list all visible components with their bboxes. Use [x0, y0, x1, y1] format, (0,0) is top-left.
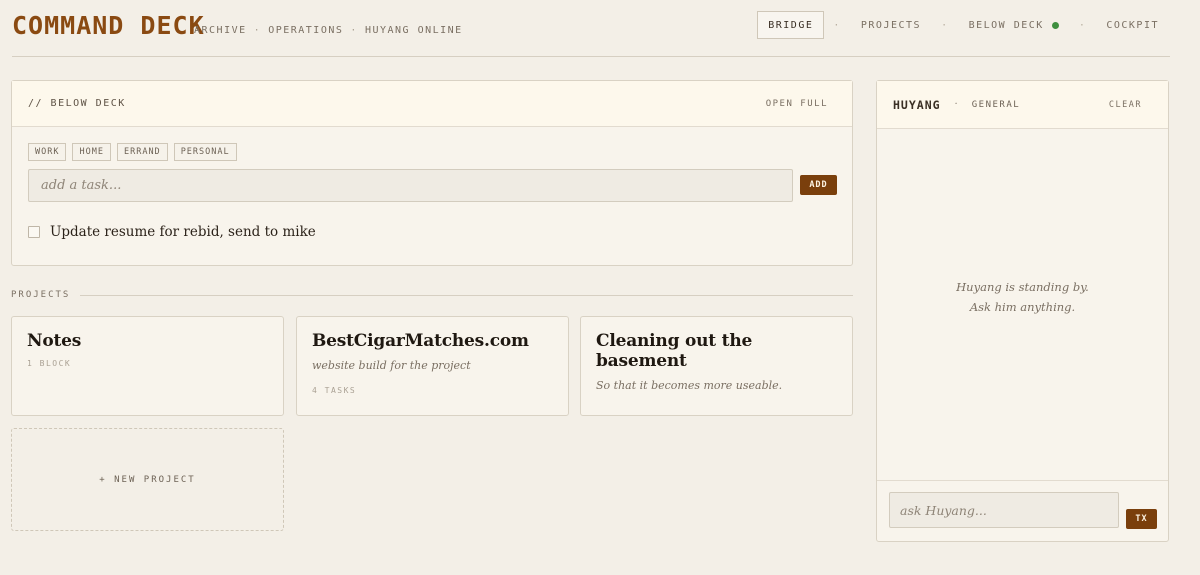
chat-messages: Huyang is standing by. Ask him anything. — [877, 129, 1168, 482]
project-meta: 4 TASKS — [312, 386, 357, 395]
add-task-input[interactable] — [28, 169, 793, 202]
task-checkbox[interactable] — [28, 226, 40, 238]
project-title: Notes — [27, 331, 82, 351]
below-deck-title: // BELOW DECK — [28, 98, 126, 109]
chat-send-button[interactable]: TX — [1126, 509, 1157, 529]
nav-cockpit[interactable]: COCKPIT — [1095, 11, 1170, 39]
app-title: COMMAND DECK — [12, 11, 205, 40]
chat-clear-button[interactable]: CLEAR — [1109, 100, 1142, 110]
section-divider — [80, 294, 853, 296]
chat-separator: · — [954, 99, 958, 110]
chat-input[interactable] — [889, 492, 1119, 528]
open-full-link[interactable]: OPEN FULL — [766, 99, 828, 109]
project-card-bestcigarmatches[interactable]: BestCigarMatches.com website build for t… — [296, 316, 569, 416]
chat-channel[interactable]: GENERAL — [972, 100, 1020, 110]
chat-agent-name: HUYANG — [893, 97, 941, 112]
add-task-button[interactable]: ADD — [800, 175, 837, 195]
tag-home[interactable]: HOME — [72, 143, 111, 161]
task-item: Update resume for rebid, send to mike — [28, 224, 316, 240]
crumb-separator: · — [350, 25, 358, 36]
nav-below-deck[interactable]: BELOW DECK — [958, 11, 1070, 39]
project-description: So that it becomes more useable. — [596, 379, 783, 392]
tag-errand[interactable]: ERRAND — [116, 143, 168, 161]
below-deck-panel: // BELOW DECK OPEN FULL WORK HOME ERRAND… — [11, 80, 853, 266]
crumb-operations[interactable]: OPERATIONS — [268, 25, 343, 36]
online-status-icon — [1051, 21, 1059, 29]
project-card-notes[interactable]: Notes 1 BLOCK — [11, 316, 284, 416]
project-title: BestCigarMatches.com — [312, 331, 529, 351]
projects-section-header: PROJECTS — [11, 290, 853, 300]
projects-section-label: PROJECTS — [11, 290, 71, 300]
task-text: Update resume for rebid, send to mike — [50, 224, 316, 240]
chat-composer: TX — [877, 480, 1168, 541]
top-header: COMMAND DECK ARCHIVE · OPERATIONS · HUYA… — [12, 0, 1170, 57]
tag-filters: WORK HOME ERRAND PERSONAL — [28, 143, 237, 161]
nav-below-deck-label: BELOW DECK — [968, 19, 1044, 31]
new-project-button[interactable]: + NEW PROJECT — [11, 428, 284, 531]
crumb-archive[interactable]: ARCHIVE — [194, 25, 247, 36]
nav-separator: · — [1078, 19, 1087, 31]
breadcrumb: ARCHIVE · OPERATIONS · HUYANG ONLINE — [194, 25, 463, 36]
crumb-huyang-online[interactable]: HUYANG ONLINE — [365, 25, 463, 36]
nav-separator: · — [941, 19, 949, 31]
main-nav: BRIDGE · PROJECTS · BELOW DECK · COCKPIT — [757, 11, 1170, 39]
tag-personal[interactable]: PERSONAL — [173, 143, 237, 161]
nav-projects[interactable]: PROJECTS — [850, 11, 932, 39]
nav-bridge[interactable]: BRIDGE — [757, 11, 825, 39]
project-card-basement[interactable]: Cleaning out the basement So that it bec… — [580, 316, 853, 416]
crumb-separator: · — [253, 25, 262, 36]
below-deck-header: // BELOW DECK OPEN FULL — [12, 81, 852, 127]
tag-work[interactable]: WORK — [28, 143, 67, 161]
project-meta: 1 BLOCK — [27, 359, 72, 368]
project-title: Cleaning out the basement — [596, 331, 753, 371]
project-description: website build for the project — [312, 359, 471, 372]
chat-header: HUYANG · GENERAL CLEAR — [877, 81, 1168, 129]
nav-separator: · — [833, 19, 841, 31]
chat-empty-line-2: Ask him anything. — [969, 299, 1076, 314]
chat-panel: HUYANG · GENERAL CLEAR Huyang is standin… — [876, 80, 1169, 542]
chat-empty-line-1: Huyang is standing by. — [956, 279, 1089, 294]
